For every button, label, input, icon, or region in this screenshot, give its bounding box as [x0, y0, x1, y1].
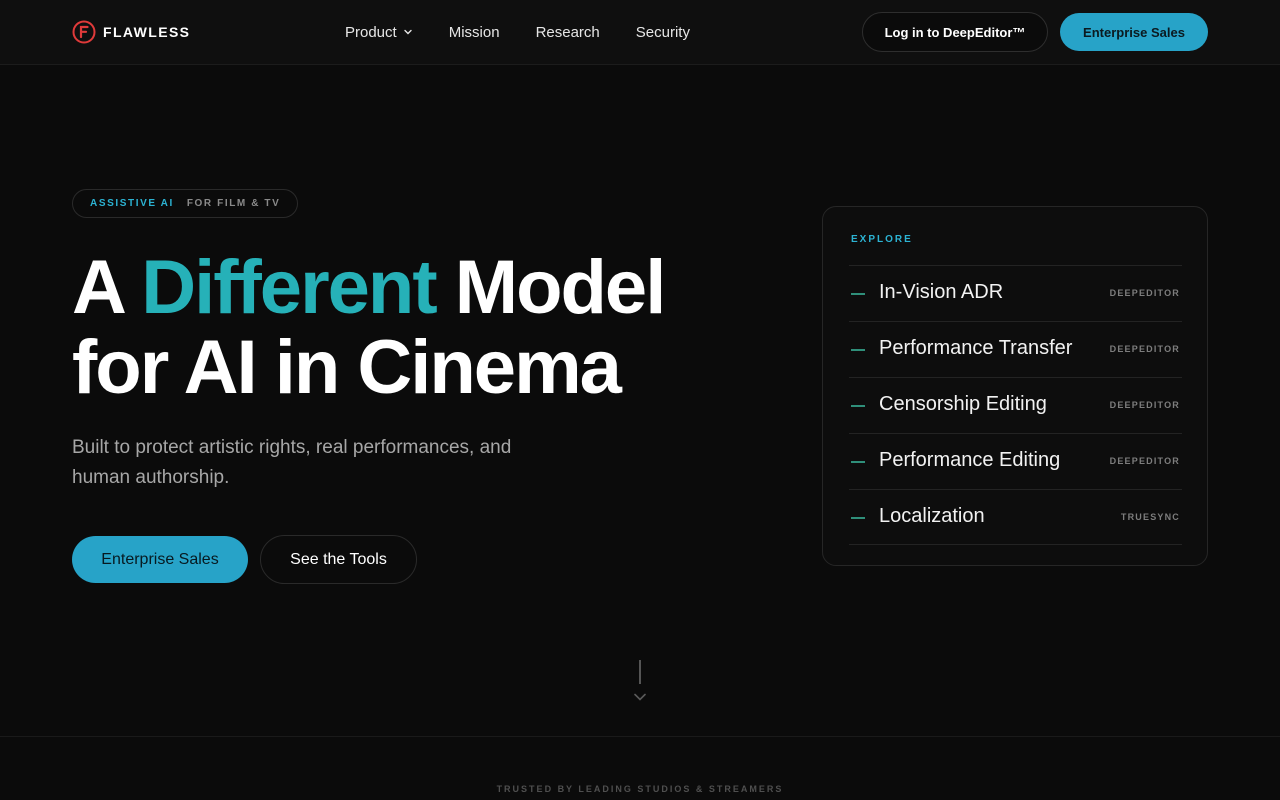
trusted-by-label: TRUSTED BY LEADING STUDIOS & STREAMERS [496, 784, 784, 794]
explore-item-label: Localization [879, 505, 985, 527]
section-divider [0, 736, 1280, 737]
explore-item-tag: DEEPEDITOR [1109, 456, 1180, 466]
brand-name: FLAWLESS [103, 24, 191, 40]
explore-item-censorship-editing[interactable]: Censorship Editing DEEPEDITOR [849, 377, 1182, 433]
nav-link-mission[interactable]: Mission [449, 24, 500, 41]
dash-icon [851, 405, 865, 407]
dash-icon [851, 349, 865, 351]
nav-link-security[interactable]: Security [636, 24, 690, 41]
explore-item-tag: TRUESYNC [1120, 512, 1180, 522]
page: FLAWLESS Product Mission Research Securi… [0, 0, 1280, 800]
nav-link-label: Research [535, 23, 600, 41]
headline-accent: Different [141, 245, 437, 330]
headline-line2: for AI in Cinema [72, 325, 622, 410]
hero-tag-primary: ASSISTIVE AI [90, 198, 174, 209]
enterprise-sales-nav-button[interactable]: Enterprise Sales [1060, 13, 1208, 51]
chevron-down-icon [404, 29, 412, 35]
explore-item-in-vision-adr[interactable]: In-Vision ADR DEEPEDITOR [849, 265, 1182, 321]
top-nav: FLAWLESS Product Mission Research Securi… [0, 0, 1280, 65]
dash-icon [851, 293, 865, 295]
brand-logo[interactable]: FLAWLESS [72, 20, 190, 44]
explore-card: EXPLORE In-Vision ADR DEEPEDITOR Perform… [822, 206, 1208, 566]
nav-link-product[interactable]: Product [345, 24, 413, 41]
chevron-down-icon[interactable] [633, 692, 647, 702]
explore-item-tag: DEEPEDITOR [1109, 344, 1180, 354]
see-tools-button[interactable]: See the Tools [260, 535, 417, 584]
explore-list: In-Vision ADR DEEPEDITOR Performance Tra… [849, 265, 1182, 545]
explore-title: EXPLORE [851, 234, 913, 245]
login-button[interactable]: Log in to DeepEditor™ [862, 12, 1048, 52]
explore-item-label: Performance Editing [879, 449, 1061, 471]
hero-headline: A Different Model for AI in Cinema [72, 248, 772, 408]
explore-item-localization[interactable]: Localization TRUESYNC [849, 489, 1182, 545]
headline-part2: Model [435, 245, 667, 330]
scroll-indicator-line [639, 660, 641, 684]
explore-item-performance-editing[interactable]: Performance Editing DEEPEDITOR [849, 433, 1182, 489]
explore-item-label: Performance Transfer [879, 337, 1073, 359]
dash-icon [851, 517, 865, 519]
enterprise-sales-button[interactable]: Enterprise Sales [72, 536, 248, 583]
hero-tag-pill: ASSISTIVE AI FOR FILM & TV [72, 189, 299, 218]
explore-item-label: Censorship Editing [879, 393, 1047, 415]
flawless-logo-icon [72, 20, 96, 44]
explore-item-tag: DEEPEDITOR [1109, 288, 1180, 298]
nav-link-research[interactable]: Research [536, 24, 600, 41]
dash-icon [851, 461, 865, 463]
nav-link-label: Product [345, 23, 397, 41]
nav-links: Product Mission Research Security [345, 22, 690, 42]
nav-link-label: Security [635, 23, 690, 41]
nav-link-label: Mission [448, 23, 500, 41]
explore-item-label: In-Vision ADR [879, 281, 1004, 303]
headline-part1: A [72, 245, 142, 330]
explore-item-tag: DEEPEDITOR [1109, 400, 1180, 410]
hero-subtitle: Built to protect artistic rights, real p… [72, 437, 512, 488]
explore-item-performance-transfer[interactable]: Performance Transfer DEEPEDITOR [849, 321, 1182, 377]
hero-tag-secondary: FOR FILM & TV [186, 198, 281, 209]
